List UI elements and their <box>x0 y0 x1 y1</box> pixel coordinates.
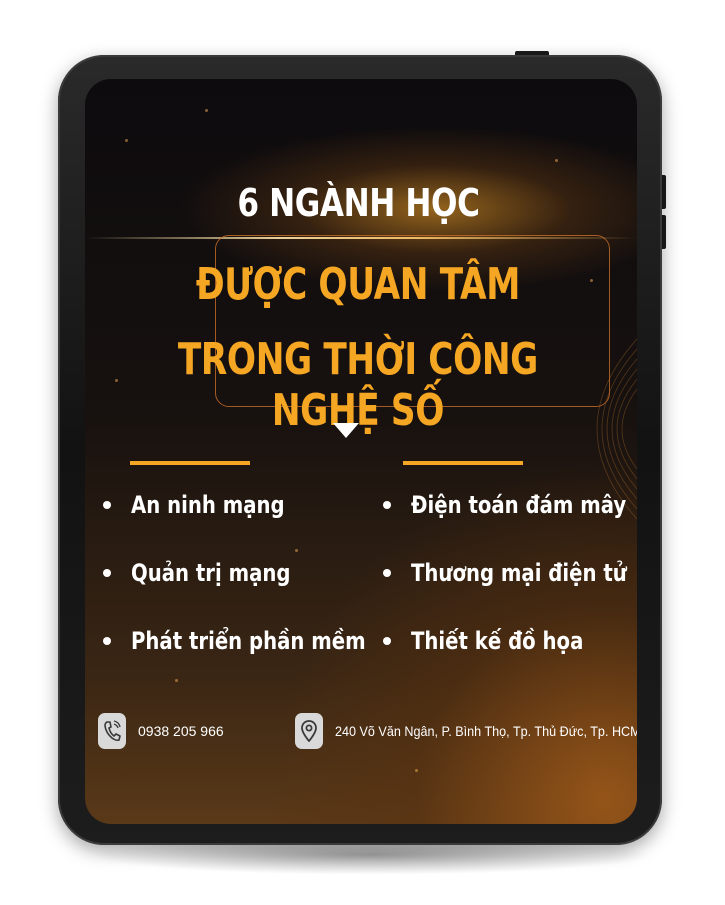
major-label: An ninh mạng <box>131 491 285 519</box>
address-text: 240 Võ Văn Ngân, P. Bình Thọ, Tp. Thủ Đứ… <box>335 723 637 739</box>
tablet-screen: 6 NGÀNH HỌC ĐƯỢC QUAN TÂM TRONG THỜI CÔN… <box>85 79 637 824</box>
bullet-icon <box>383 501 391 509</box>
list-item: Thương mại điện tử <box>381 555 637 623</box>
phone-number: 0938 205 966 <box>138 723 224 739</box>
bullet-icon <box>103 569 111 577</box>
majors-list-right: Điện toán đám mây Thương mại điện tử Thi… <box>381 487 637 691</box>
list-item: Điện toán đám mây <box>381 487 637 555</box>
down-arrow-icon <box>333 423 359 438</box>
bullet-icon <box>383 637 391 645</box>
major-label: Thương mại điện tử <box>411 559 627 587</box>
list-item: Phát triển phần mềm <box>101 623 417 691</box>
right-column-divider <box>403 461 523 465</box>
phone-icon <box>98 713 126 749</box>
bullet-icon <box>103 501 111 509</box>
contact-phone: 0938 205 966 <box>98 711 224 751</box>
majors-list-left: An ninh mạng Quản trị mạng Phát triển ph… <box>101 487 417 691</box>
title-line-3: TRONG THỜI CÔNG NGHỆ SỐ <box>177 334 538 436</box>
list-item: An ninh mạng <box>101 487 417 555</box>
list-item: Quản trị mạng <box>101 555 417 623</box>
major-label: Thiết kế đồ họa <box>411 627 584 655</box>
title-line-2: ĐƯỢC QUAN TÂM <box>195 259 521 310</box>
left-column-divider <box>130 461 250 465</box>
title-line-1: 6 NGÀNH HỌC <box>237 181 480 225</box>
contact-address: 240 Võ Văn Ngân, P. Bình Thọ, Tp. Thủ Đứ… <box>295 711 637 751</box>
major-label: Quản trị mạng <box>131 559 291 587</box>
major-label: Phát triển phần mềm <box>131 627 366 655</box>
bullet-icon <box>103 637 111 645</box>
location-pin-icon <box>295 713 323 749</box>
stage: 6 NGÀNH HỌC ĐƯỢC QUAN TÂM TRONG THỜI CÔN… <box>0 0 725 905</box>
bullet-icon <box>383 569 391 577</box>
major-label: Điện toán đám mây <box>411 491 627 519</box>
list-item: Thiết kế đồ họa <box>381 623 637 691</box>
